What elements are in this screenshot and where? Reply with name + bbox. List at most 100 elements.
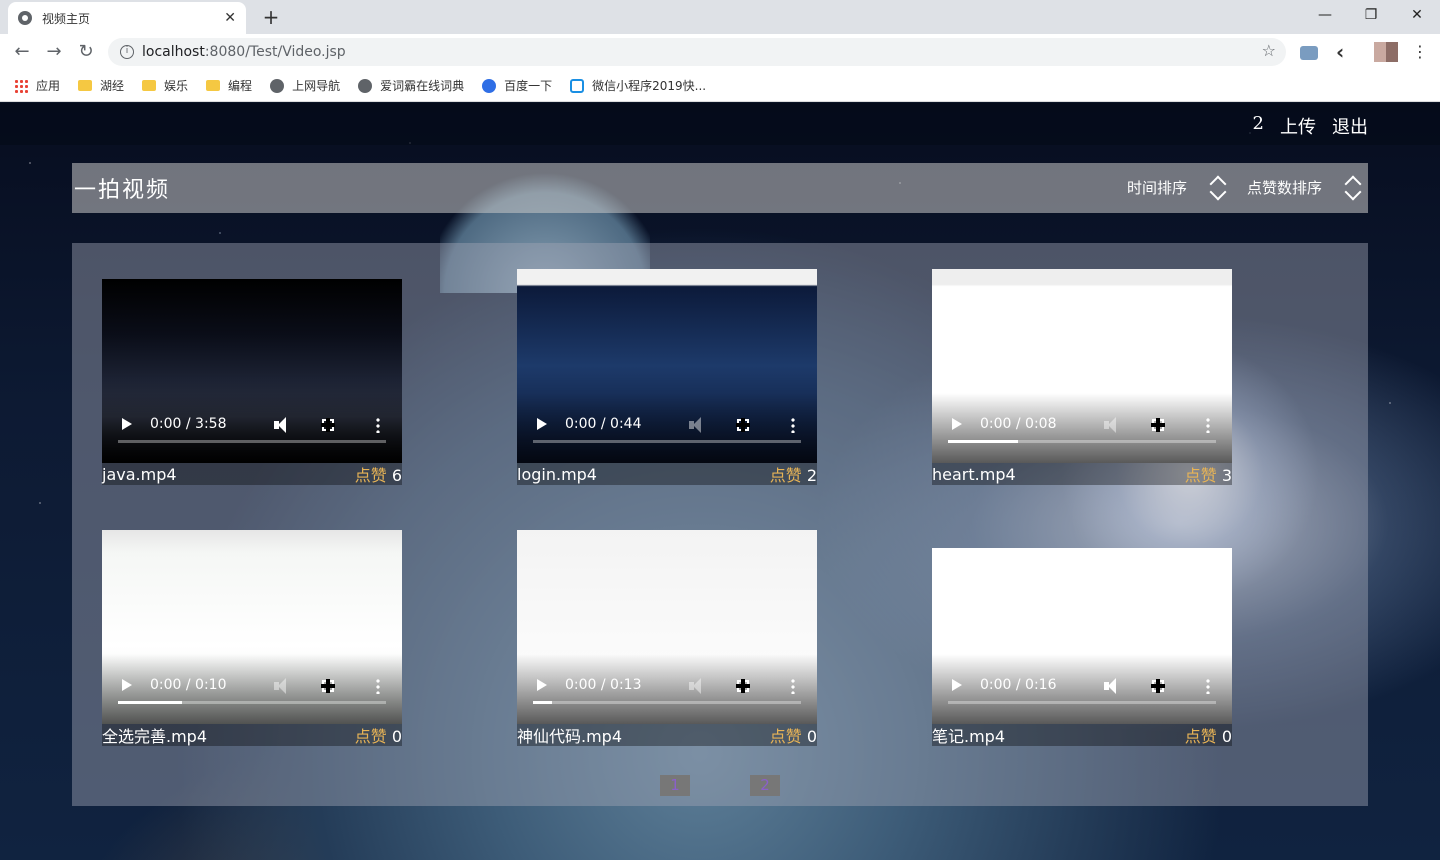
avatar[interactable] bbox=[1374, 42, 1398, 62]
volume-icon[interactable] bbox=[274, 417, 292, 433]
fullscreen-icon[interactable] bbox=[736, 418, 750, 432]
url-host: localhost bbox=[142, 44, 205, 60]
like-label: 点赞 bbox=[1184, 727, 1217, 746]
like-button[interactable]: 点赞 6 bbox=[355, 462, 402, 486]
fullscreen-icon[interactable] bbox=[321, 418, 335, 432]
browser-tab[interactable]: 视频主页 ✕ bbox=[8, 2, 246, 34]
like-button[interactable]: 点赞 0 bbox=[1185, 723, 1232, 747]
new-tab-button[interactable]: + bbox=[258, 4, 284, 30]
more-options-icon[interactable] bbox=[1206, 678, 1210, 694]
page-2-button[interactable]: 2 bbox=[750, 775, 780, 796]
info-icon[interactable]: i bbox=[120, 45, 134, 59]
globe-icon bbox=[18, 11, 32, 25]
play-icon[interactable] bbox=[952, 679, 962, 691]
progress-bar[interactable] bbox=[533, 701, 801, 704]
video-card: 0:00 / 0:16 笔记.mp4 点赞 0 bbox=[932, 548, 1232, 746]
page-body: 2 上传 退出 一拍视频 时间排序 点赞数排序 0:00 / 3:58 java… bbox=[0, 103, 1440, 860]
reload-button[interactable]: ↻ bbox=[70, 36, 102, 68]
video-meta: 全选完善.mp4 点赞 0 bbox=[102, 724, 402, 746]
video-player[interactable]: 0:00 / 0:13 bbox=[517, 530, 817, 724]
like-button[interactable]: 点赞 0 bbox=[770, 723, 817, 747]
chevron-left-icon[interactable]: ‹ bbox=[1336, 40, 1344, 64]
play-icon[interactable] bbox=[952, 418, 962, 430]
bookmark-apps[interactable]: 应用 bbox=[14, 77, 60, 94]
like-button[interactable]: 点赞 0 bbox=[355, 723, 402, 747]
logout-link[interactable]: 退出 bbox=[1332, 113, 1368, 139]
progress-bar[interactable] bbox=[533, 440, 801, 443]
progress-fill bbox=[948, 440, 1018, 443]
volume-icon[interactable] bbox=[274, 678, 292, 694]
video-player[interactable]: 0:00 / 0:44 bbox=[517, 269, 817, 463]
like-count: 6 bbox=[391, 466, 402, 485]
volume-icon[interactable] bbox=[689, 417, 707, 433]
sort-by-likes-button[interactable]: 点赞数排序 bbox=[1247, 175, 1360, 199]
play-icon[interactable] bbox=[537, 679, 547, 691]
more-options-icon[interactable] bbox=[376, 417, 380, 433]
bookmark-baidu[interactable]: 百度一下 bbox=[482, 77, 552, 94]
folder-icon bbox=[206, 80, 221, 91]
video-player[interactable]: 0:00 / 3:58 bbox=[102, 279, 402, 463]
tab-title: 视频主页 bbox=[42, 11, 91, 26]
bookmark-iciba[interactable]: 爱词霸在线词典 bbox=[358, 77, 464, 94]
bookmark-biancheng[interactable]: 编程 bbox=[206, 77, 252, 94]
progress-bar[interactable] bbox=[948, 440, 1216, 443]
restore-button[interactable]: ❐ bbox=[1348, 0, 1394, 30]
globe-icon bbox=[358, 78, 373, 93]
like-count: 3 bbox=[1221, 466, 1232, 485]
sort-by-time-button[interactable]: 时间排序 bbox=[1127, 175, 1225, 199]
video-time: 0:00 / 0:08 bbox=[980, 416, 1057, 432]
video-controls: 0:00 / 0:13 bbox=[517, 654, 817, 724]
volume-icon[interactable] bbox=[689, 678, 707, 694]
bookmark-yule[interactable]: 娱乐 bbox=[142, 77, 188, 94]
progress-bar[interactable] bbox=[948, 701, 1216, 704]
minimize-button[interactable]: — bbox=[1302, 0, 1348, 30]
back-button[interactable]: ← bbox=[6, 36, 38, 68]
fullscreen-icon[interactable] bbox=[736, 679, 750, 693]
bookmark-wechat[interactable]: 微信小程序2019快... bbox=[570, 77, 706, 94]
video-meta: heart.mp4 点赞 3 bbox=[932, 463, 1232, 485]
play-icon[interactable] bbox=[122, 418, 132, 430]
like-button[interactable]: 点赞 3 bbox=[1185, 462, 1232, 486]
bookmark-hujing[interactable]: 湖经 bbox=[78, 77, 124, 94]
video-filename: 全选完善.mp4 bbox=[102, 727, 208, 746]
address-bar[interactable]: i localhost:8080/Test/Video.jsp ☆ bbox=[108, 38, 1286, 66]
video-controls: 0:00 / 3:58 bbox=[102, 393, 402, 463]
volume-icon[interactable] bbox=[1104, 678, 1122, 694]
play-icon[interactable] bbox=[537, 418, 547, 430]
forward-button[interactable]: → bbox=[38, 36, 70, 68]
play-icon[interactable] bbox=[122, 679, 132, 691]
video-player[interactable]: 0:00 / 0:10 bbox=[102, 530, 402, 724]
video-time: 0:00 / 0:13 bbox=[565, 677, 642, 693]
more-options-icon[interactable] bbox=[791, 678, 795, 694]
user-link[interactable]: 2 bbox=[1253, 113, 1264, 139]
volume-icon[interactable] bbox=[1104, 417, 1122, 433]
upload-link[interactable]: 上传 bbox=[1280, 113, 1316, 139]
video-time: 0:00 / 3:58 bbox=[150, 416, 227, 432]
more-options-icon[interactable] bbox=[791, 417, 795, 433]
progress-bar[interactable] bbox=[118, 440, 386, 443]
video-player[interactable]: 0:00 / 0:16 bbox=[932, 548, 1232, 724]
fullscreen-icon[interactable] bbox=[321, 679, 335, 693]
bookmark-label: 百度一下 bbox=[504, 79, 553, 93]
like-count: 0 bbox=[391, 727, 402, 746]
fullscreen-icon[interactable] bbox=[1151, 679, 1165, 693]
more-options-icon[interactable] bbox=[1206, 417, 1210, 433]
video-card: 0:00 / 0:10 全选完善.mp4 点赞 0 bbox=[102, 530, 402, 746]
progress-bar[interactable] bbox=[118, 701, 386, 704]
extension-icon[interactable] bbox=[1300, 46, 1318, 60]
like-label: 点赞 bbox=[769, 466, 802, 485]
like-button[interactable]: 点赞 2 bbox=[770, 462, 817, 486]
bookmark-label: 编程 bbox=[228, 79, 253, 93]
video-card: 0:00 / 0:08 heart.mp4 点赞 3 bbox=[932, 269, 1232, 485]
bookmark-nav[interactable]: 上网导航 bbox=[270, 77, 340, 94]
bookmark-star-icon[interactable]: ☆ bbox=[1262, 41, 1276, 60]
video-player[interactable]: 0:00 / 0:08 bbox=[932, 269, 1232, 463]
video-grid-panel: 0:00 / 3:58 java.mp4 点赞 6 0:00 / 0:44 lo… bbox=[72, 243, 1368, 806]
window-close-button[interactable]: ✕ bbox=[1394, 0, 1440, 30]
fullscreen-icon[interactable] bbox=[1151, 418, 1165, 432]
top-nav: 2 上传 退出 bbox=[1253, 113, 1368, 139]
tab-close-button[interactable]: ✕ bbox=[224, 10, 236, 26]
page-1-button[interactable]: 1 bbox=[660, 775, 690, 796]
menu-icon[interactable]: ⋮ bbox=[1412, 42, 1428, 61]
more-options-icon[interactable] bbox=[376, 678, 380, 694]
